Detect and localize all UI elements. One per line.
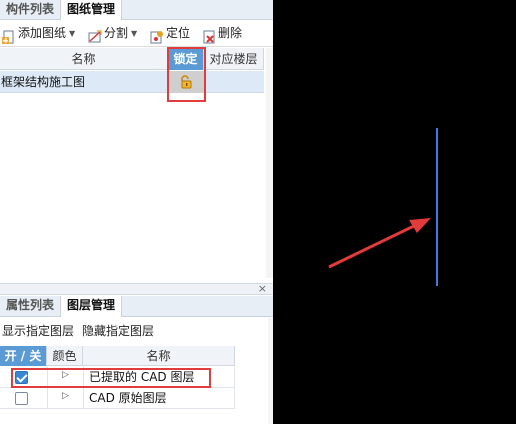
- tab-component-list[interactable]: 构件列表: [0, 0, 62, 20]
- tab-drawing-management[interactable]: 图纸管理: [61, 0, 123, 21]
- table-row[interactable]: 框架结构施工图: [0, 71, 264, 93]
- extracted-layer-highlight: [11, 368, 211, 388]
- left-panel: 构件列表 图纸管理 添加图纸 ▼ 分割 ▼ 定位 删除 名称 锁定 对应楼层 框…: [0, 0, 273, 424]
- divider: [234, 367, 235, 388]
- show-layer-button[interactable]: 显示指定图层: [2, 318, 74, 345]
- locate-icon: [150, 27, 164, 43]
- add-drawing-button[interactable]: 添加图纸 ▼: [2, 20, 75, 47]
- add-drawing-label: 添加图纸: [18, 26, 67, 40]
- split-icon: [88, 27, 102, 42]
- tab-layer-management[interactable]: 图层管理: [61, 296, 123, 317]
- pointer-arrow-icon: [328, 218, 431, 269]
- cad-drawing-canvas[interactable]: [273, 0, 516, 424]
- delete-button[interactable]: 删除: [202, 20, 242, 47]
- column-header-layer-name[interactable]: 名称: [83, 346, 235, 366]
- close-icon[interactable]: ×: [258, 282, 267, 295]
- canvas-drawing: [328, 128, 438, 286]
- divider: [47, 388, 48, 409]
- layer-toolbar: 显示指定图层 隐藏指定图层: [0, 318, 273, 345]
- divider: [234, 388, 235, 409]
- add-drawing-icon: [2, 27, 16, 44]
- locate-button[interactable]: 定位: [150, 20, 190, 47]
- chevron-down-icon: ▼: [131, 29, 138, 38]
- split-button[interactable]: 分割 ▼: [88, 20, 137, 47]
- column-header-name[interactable]: 名称: [0, 48, 168, 70]
- expand-arrow-icon[interactable]: ▷: [62, 391, 69, 401]
- top-tab-bar: 构件列表 图纸管理: [0, 0, 273, 21]
- layer-visibility-checkbox[interactable]: [15, 392, 28, 405]
- divider: [83, 388, 84, 409]
- chevron-down-icon: ▼: [69, 29, 76, 38]
- drawing-name-cell: 框架结构施工图: [1, 75, 86, 89]
- list-item[interactable]: ▷ CAD 原始图层: [0, 388, 235, 409]
- column-header-onoff[interactable]: 开 / 关: [0, 346, 47, 366]
- hide-layer-button[interactable]: 隐藏指定图层: [82, 318, 154, 345]
- layer-grid-header: 开 / 关 颜色 名称: [0, 346, 235, 366]
- column-header-floor[interactable]: 对应楼层: [204, 48, 264, 70]
- scrollbar[interactable]: [266, 48, 273, 278]
- drawing-toolbar: 添加图纸 ▼ 分割 ▼ 定位 删除: [0, 20, 273, 47]
- split-label: 分割: [104, 26, 129, 40]
- drawing-grid-header: 名称 锁定 对应楼层: [0, 48, 264, 70]
- column-header-color[interactable]: 颜色: [47, 346, 83, 366]
- bottom-tab-bar: 属性列表 图层管理: [0, 296, 273, 317]
- delete-label: 删除: [218, 26, 243, 40]
- layer-name: CAD 原始图层: [89, 391, 167, 405]
- lock-column-highlight: [167, 47, 206, 102]
- floor-cell[interactable]: [204, 71, 264, 93]
- panel-splitter[interactable]: ×: [0, 282, 273, 295]
- delete-icon: [202, 27, 216, 43]
- locate-label: 定位: [166, 26, 191, 40]
- tab-property-list[interactable]: 属性列表: [0, 296, 62, 316]
